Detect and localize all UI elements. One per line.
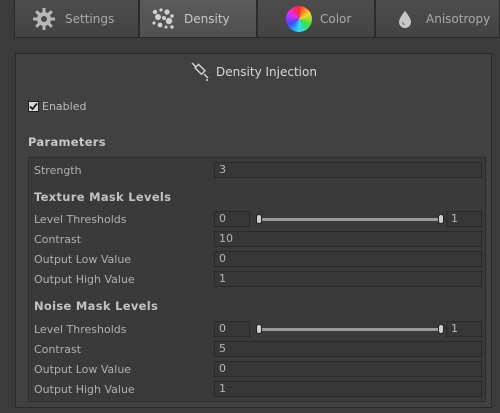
panel-title: Density Injection: [216, 65, 317, 79]
texture-output-low-label: Output Low Value: [34, 252, 132, 266]
strength-label: Strength: [34, 163, 82, 177]
tab-anisotropy[interactable]: Anisotropy: [375, 0, 500, 38]
enabled-checkbox[interactable]: [28, 101, 39, 112]
noise-output-high-row: Output High Value: [34, 380, 214, 398]
texture-threshold-max-field[interactable]: 1: [446, 211, 482, 227]
noise-contrast-row: Contrast: [34, 340, 214, 358]
texture-contrast-label: Contrast: [34, 232, 82, 246]
syringe-icon: [190, 61, 210, 84]
parameters-box: Strength 3 Texture Mask Levels Level Thr…: [28, 157, 486, 402]
texture-output-high-label: Output High Value: [34, 272, 135, 286]
tab-settings[interactable]: Settings: [14, 0, 139, 38]
noise-output-low-label: Output Low Value: [34, 362, 132, 376]
tab-density[interactable]: Density: [139, 0, 257, 38]
noise-output-low-field[interactable]: 0: [214, 361, 482, 377]
texture-threshold-min-handle[interactable]: [256, 214, 262, 224]
texture-thresholds-label: Level Thresholds: [34, 212, 127, 226]
noise-threshold-max-handle[interactable]: [438, 324, 444, 334]
noise-output-high-field[interactable]: 1: [214, 381, 482, 397]
texture-mask-title: Texture Mask Levels: [34, 190, 172, 204]
tab-color-label: Color: [320, 11, 352, 26]
texture-threshold-max-handle[interactable]: [438, 214, 444, 224]
strength-row: Strength: [34, 161, 214, 179]
noise-contrast-field[interactable]: 5: [214, 341, 482, 357]
texture-threshold-slider[interactable]: [258, 218, 441, 221]
noise-threshold-min-handle[interactable]: [256, 324, 262, 334]
texture-output-high-row: Output High Value: [34, 270, 214, 288]
noise-threshold-slider[interactable]: [258, 328, 441, 331]
tab-color[interactable]: Color: [257, 0, 375, 38]
noise-output-high-label: Output High Value: [34, 382, 135, 396]
tab-bar: Settings Density Color Anisotropy: [14, 0, 500, 40]
noise-thresholds-label: Level Thresholds: [34, 322, 127, 336]
noise-threshold-max-field[interactable]: 1: [446, 321, 482, 337]
texture-threshold-min-field[interactable]: 0: [214, 211, 250, 227]
texture-output-low-field[interactable]: 0: [214, 251, 482, 267]
strength-field[interactable]: 3: [214, 162, 482, 178]
enabled-toggle[interactable]: Enabled: [28, 100, 86, 113]
texture-contrast-row: Contrast: [34, 230, 214, 248]
enabled-label: Enabled: [42, 100, 87, 113]
tab-settings-label: Settings: [65, 11, 115, 26]
density-injection-panel: Density Injection Enabled Parameters Str…: [15, 53, 492, 408]
droplet-icon: [392, 6, 418, 32]
noise-mask-title: Noise Mask Levels: [34, 299, 159, 313]
texture-contrast-field[interactable]: 10: [214, 231, 482, 247]
texture-output-low-row: Output Low Value: [34, 250, 214, 268]
tab-anisotropy-label: Anisotropy: [426, 11, 491, 26]
noise-threshold-min-field[interactable]: 0: [214, 321, 250, 337]
noise-output-low-row: Output Low Value: [34, 360, 214, 378]
gear-icon: [31, 6, 57, 32]
texture-output-high-field[interactable]: 1: [214, 271, 482, 287]
panel-header: Density Injection: [16, 54, 491, 90]
tab-density-label: Density: [184, 11, 230, 26]
color-wheel-icon: [286, 5, 312, 32]
texture-thresholds-row: Level Thresholds: [34, 210, 214, 228]
noise-thresholds-row: Level Thresholds: [34, 320, 214, 338]
noise-contrast-label: Contrast: [34, 342, 82, 356]
parameters-title: Parameters: [28, 135, 106, 149]
density-cloud-icon: [150, 6, 176, 32]
